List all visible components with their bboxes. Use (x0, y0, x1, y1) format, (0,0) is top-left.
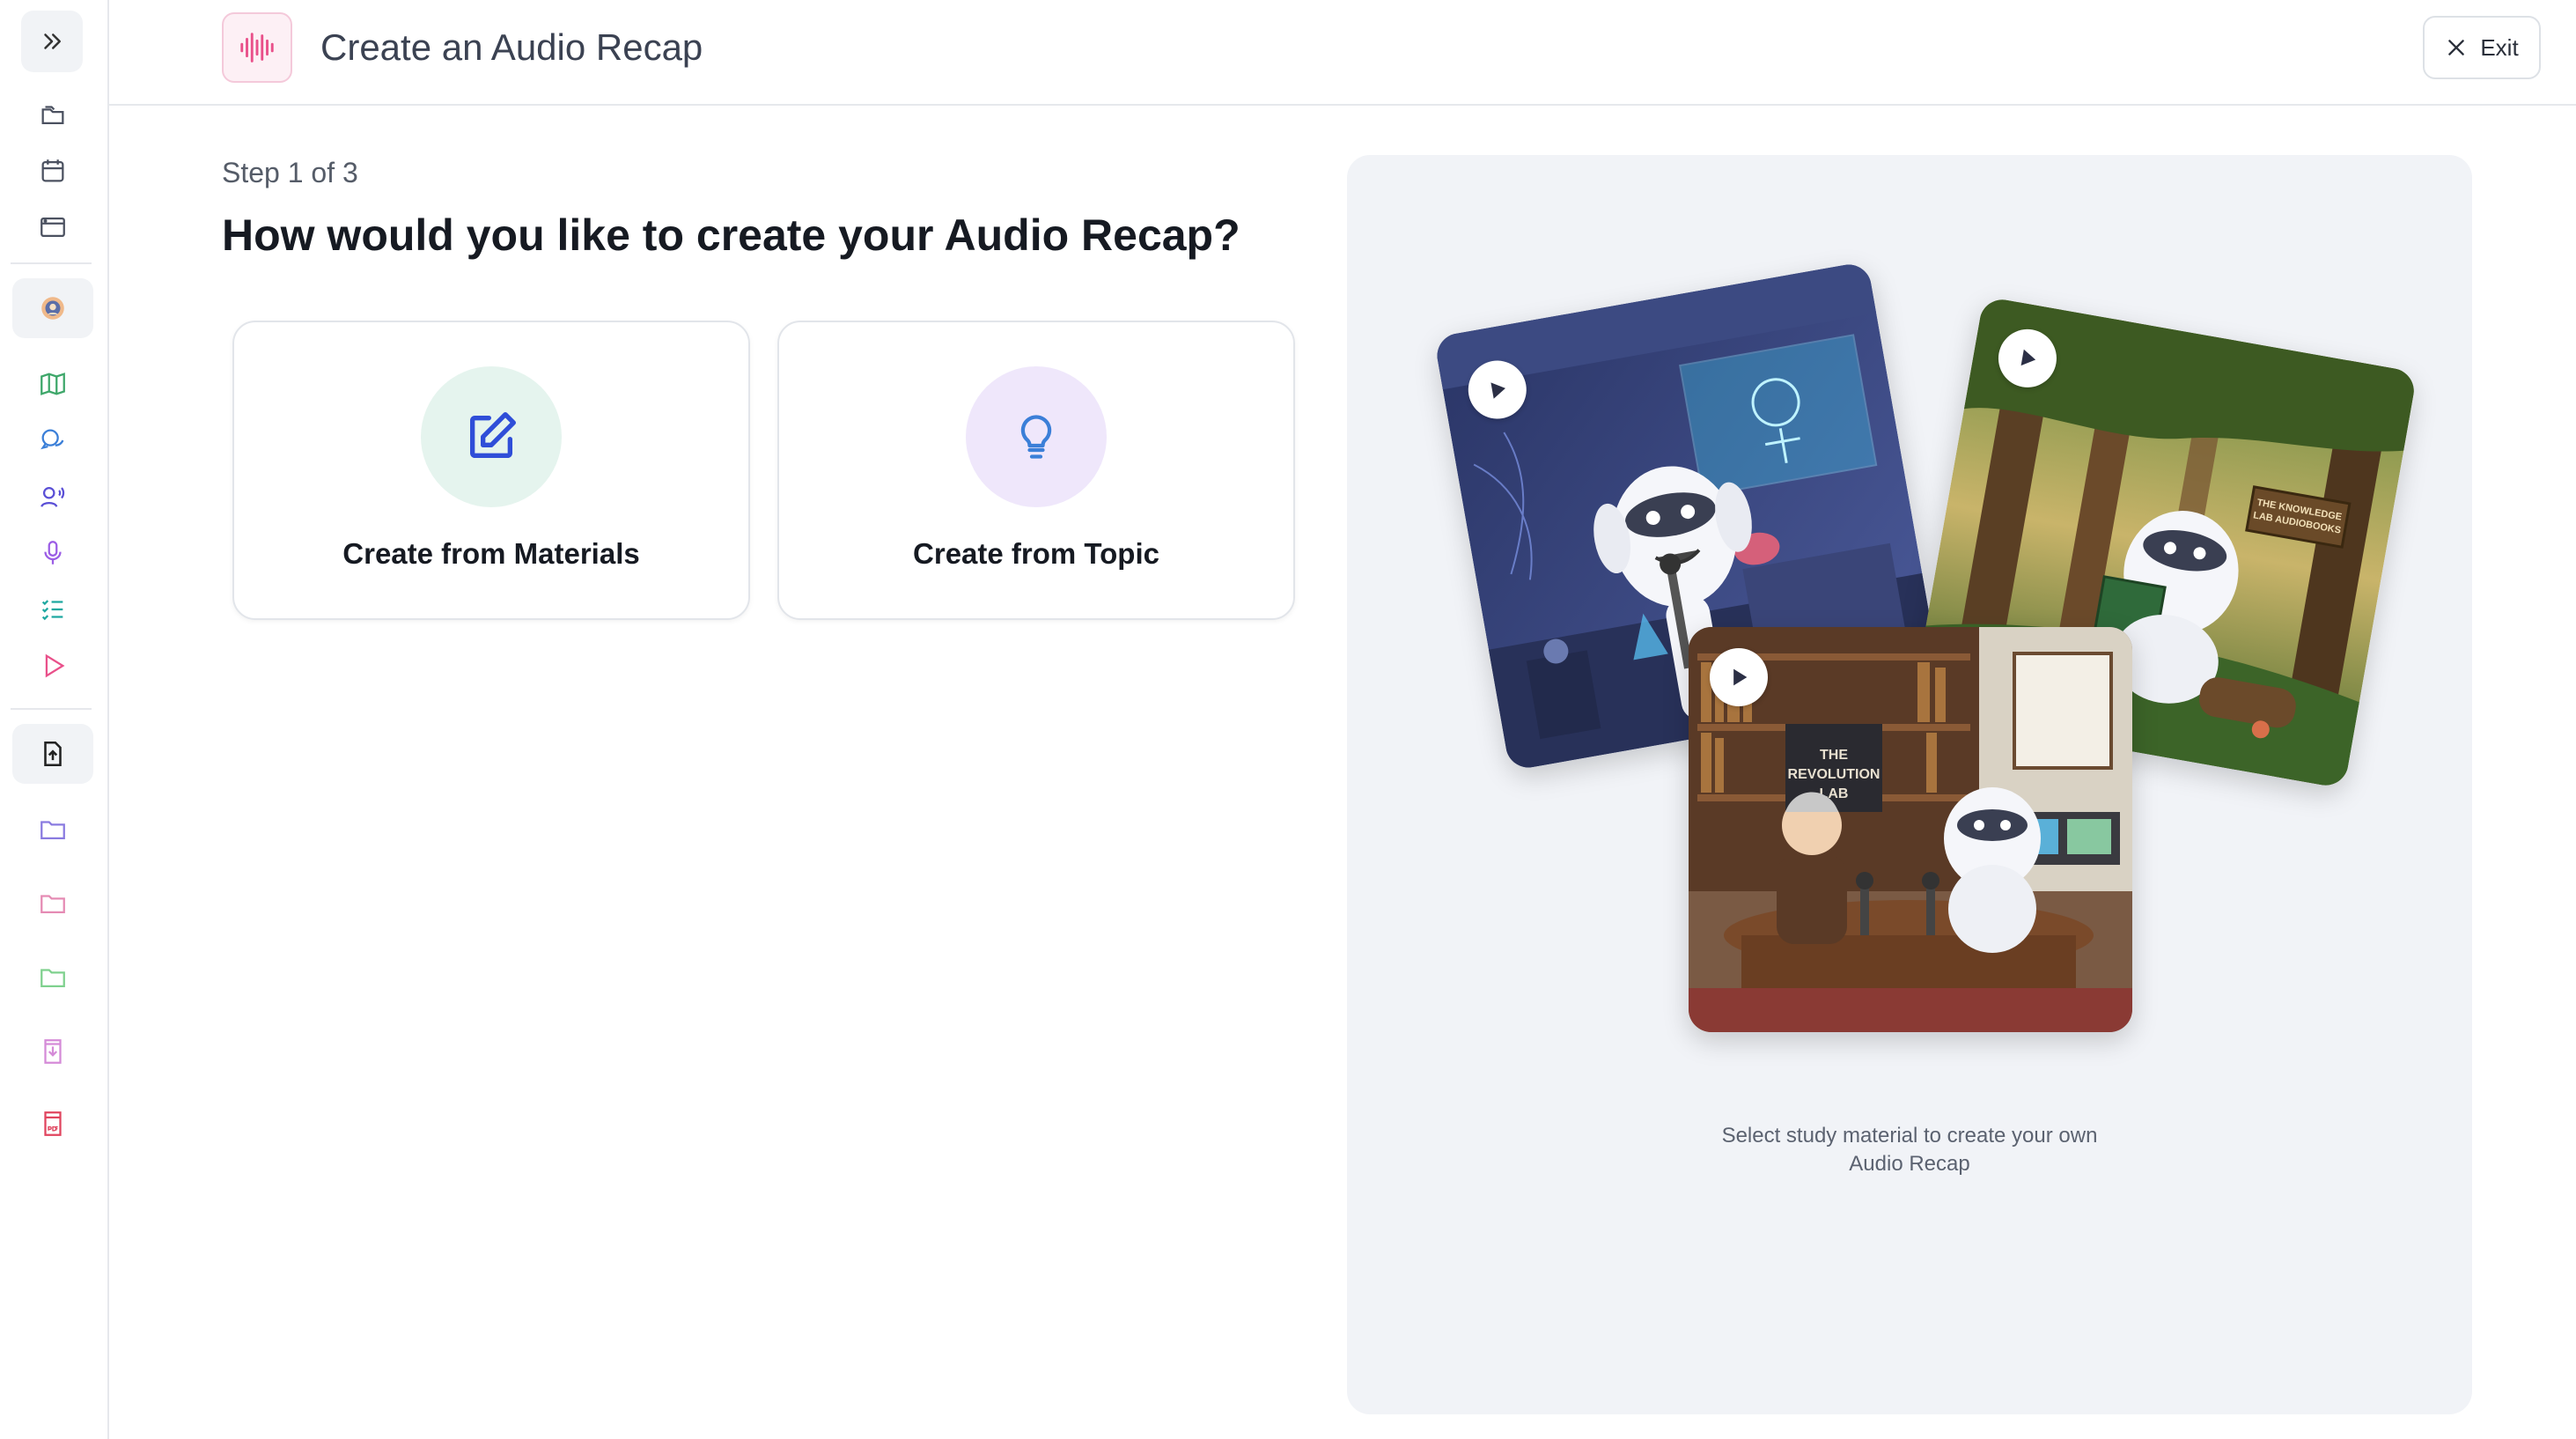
preview-caption-line2: Audio Recap (1849, 1152, 1970, 1176)
expand-sidebar-button[interactable] (21, 11, 83, 72)
audio-wave-icon (240, 33, 274, 63)
folder-pink-icon (40, 895, 65, 914)
voice-icon (40, 486, 65, 507)
sidebar-item-calendar[interactable] (12, 141, 93, 201)
checklist-icon (41, 600, 63, 621)
play-icon (1733, 668, 1748, 686)
edit-icon (470, 412, 516, 458)
exit-button[interactable]: Exit (2423, 16, 2541, 79)
sidebar (0, 0, 109, 1439)
preview-caption-line1: Select study material to create your own (1721, 1124, 2098, 1148)
play-icon (45, 653, 65, 678)
chat-icon (40, 429, 64, 450)
topic-icon-circle (966, 366, 1107, 507)
exit-label: Exit (2480, 33, 2519, 61)
expand-icon (44, 33, 61, 49)
create-from-topic-option[interactable]: Create from Topic (777, 321, 1295, 620)
step-question: How would you like to create your Audio … (222, 210, 1240, 260)
sidebar-item-pdf[interactable] (12, 1094, 93, 1154)
sidebar-item-play[interactable] (12, 636, 93, 696)
browser-icon (40, 217, 65, 238)
sidebar-item-folder-green[interactable] (12, 948, 93, 1007)
map-icon (40, 373, 65, 395)
create-from-materials-option[interactable]: Create from Materials (232, 321, 750, 620)
sidebar-item-upload[interactable] (12, 724, 93, 784)
play-icon (1490, 382, 1505, 399)
folder-green-icon (40, 969, 65, 988)
close-icon (2448, 40, 2465, 55)
library-sign-text: THE (1820, 748, 1848, 763)
download-file-icon (44, 1039, 62, 1064)
lightbulb-icon (1020, 415, 1052, 459)
preview-caption: Select study material to create your own… (1347, 1122, 2472, 1178)
upload-file-icon (44, 741, 62, 767)
option-label-topic: Create from Topic (913, 537, 1159, 570)
folders-icon (41, 106, 64, 125)
page-title: Create an Audio Recap (320, 26, 703, 68)
play-icon (2020, 349, 2036, 366)
folder-purple-icon (40, 821, 65, 840)
sidebar-item-map[interactable] (12, 354, 93, 414)
sidebar-item-voice[interactable] (12, 467, 93, 527)
pdf-icon (44, 1111, 62, 1136)
sidebar-item-checklist[interactable] (12, 579, 93, 639)
sidebar-item-chat[interactable] (12, 410, 93, 470)
audio-recap-card-library[interactable]: THE REVOLUTION LAB (1689, 627, 2132, 1032)
play-button[interactable] (1710, 648, 1768, 706)
avatar-icon (41, 297, 64, 320)
materials-icon-circle (421, 366, 562, 507)
sidebar-item-avatar[interactable] (12, 278, 93, 338)
option-label-materials: Create from Materials (342, 537, 640, 570)
preview-panel: THE KNOWLEDGE LAB AUDIOBOOKS THE REVOLUT… (1347, 155, 2472, 1414)
step-indicator: Step 1 of 3 (222, 157, 358, 188)
sidebar-item-folder-pink[interactable] (12, 874, 93, 934)
svg-text:REVOLUTION: REVOLUTION (1788, 767, 1880, 782)
sidebar-item-folders[interactable] (12, 85, 93, 144)
audio-logo (222, 12, 292, 83)
sidebar-item-download[interactable] (12, 1022, 93, 1081)
sidebar-item-folder-purple[interactable] (12, 800, 93, 860)
calendar-icon (41, 159, 64, 182)
header: Create an Audio Recap Exit (109, 0, 2576, 106)
sidebar-item-browser[interactable] (12, 197, 93, 257)
microphone-icon (44, 541, 62, 565)
sidebar-item-microphone[interactable] (12, 523, 93, 583)
